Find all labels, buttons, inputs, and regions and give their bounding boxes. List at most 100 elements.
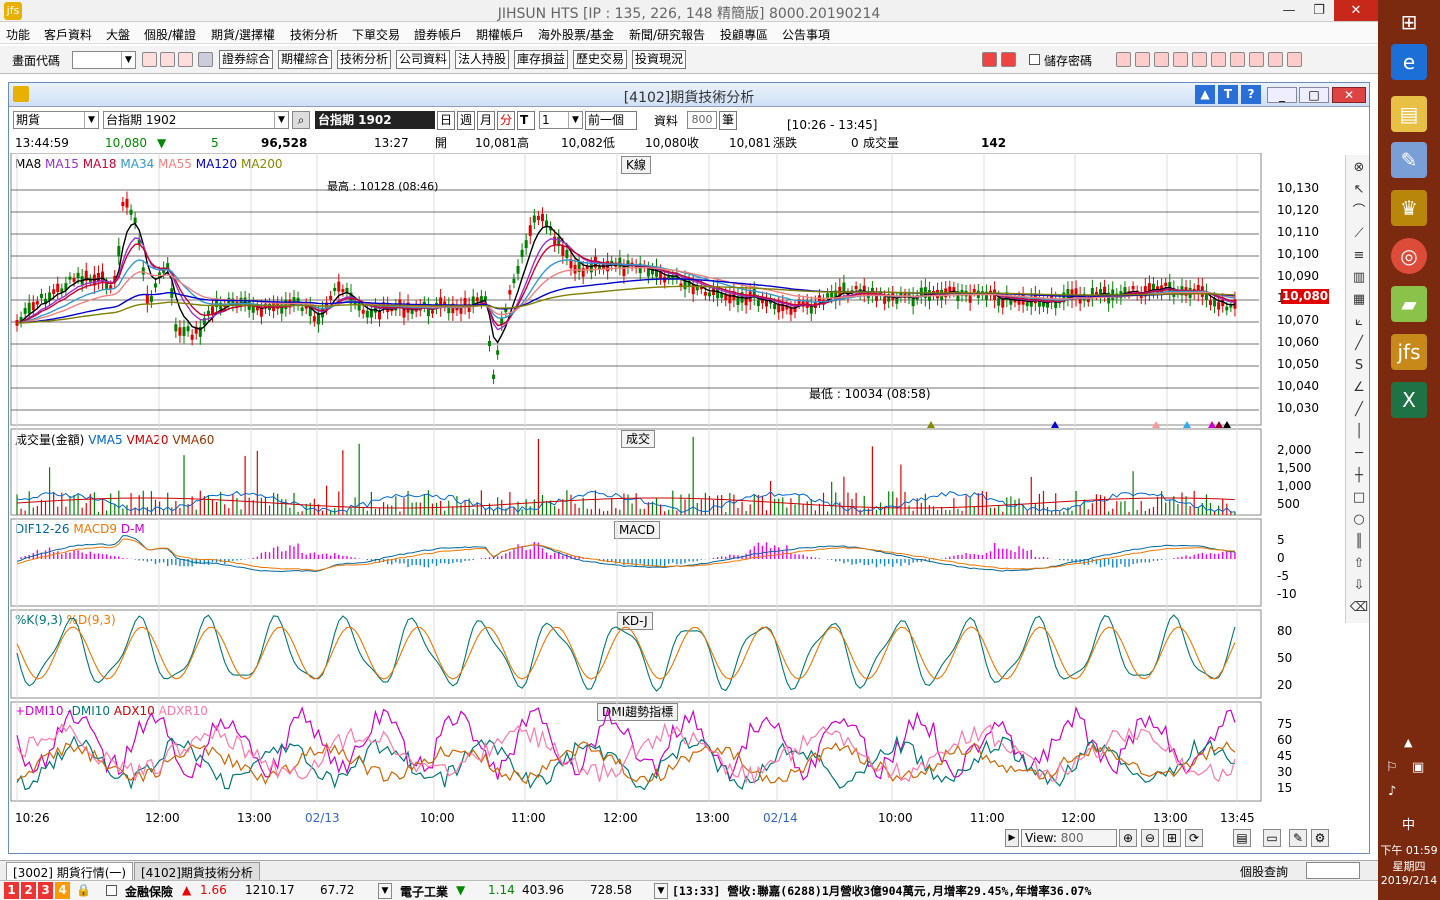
bars-icon[interactable]: ▥ <box>1349 269 1369 287</box>
period-minute[interactable]: 分 <box>497 111 515 130</box>
menu-item[interactable]: 下單交易 <box>352 26 400 43</box>
menu-item[interactable]: 功能 <box>6 26 30 43</box>
trendline-icon[interactable]: ⟋ <box>1349 225 1369 243</box>
arc-icon[interactable]: ⌒ <box>1349 203 1369 221</box>
horizontal-line-icon[interactable]: ─ <box>1349 445 1369 463</box>
tool-icon[interactable] <box>1173 52 1188 67</box>
inner-restore-button[interactable]: □ <box>1299 87 1329 103</box>
menu-item[interactable]: 投顧專區 <box>720 26 768 43</box>
menu-item[interactable]: 客戶資料 <box>44 26 92 43</box>
settings-icon[interactable]: ⚙ <box>1311 829 1329 847</box>
excel-icon[interactable]: X <box>1391 382 1427 418</box>
eraser-icon[interactable]: ⌫ <box>1349 599 1369 617</box>
minimize-button[interactable]: — <box>1274 0 1304 21</box>
sector2-dropdown[interactable]: ▼ <box>654 883 668 899</box>
arrow-up-icon[interactable]: ⇧ <box>1349 555 1369 573</box>
network-icon[interactable]: ▣ <box>1412 760 1424 775</box>
inner-minimize-button[interactable]: _ <box>1267 87 1297 103</box>
fan-icon[interactable]: ⟀ <box>1349 313 1369 331</box>
sticky-notes-icon[interactable]: ▰ <box>1391 286 1427 322</box>
prev-arrow-icon[interactable] <box>982 52 997 67</box>
tool-icon[interactable] <box>1116 52 1131 67</box>
period-tick[interactable]: T <box>517 111 535 130</box>
restore-button[interactable]: ❐ <box>1304 0 1334 21</box>
help-icon[interactable]: ? <box>1241 85 1261 104</box>
search-icon[interactable] <box>142 52 157 67</box>
tool-icon[interactable] <box>1154 52 1169 67</box>
tool-icon[interactable] <box>1249 52 1264 67</box>
page-4[interactable]: 4 <box>55 882 70 899</box>
stock-query-input[interactable] <box>1306 862 1360 879</box>
tray-chevron-icon[interactable]: ▲ <box>1404 736 1412 749</box>
symbol-select[interactable]: 台指期 1902 ▼ <box>103 111 289 129</box>
toolbar-button[interactable]: 法人持股 <box>455 50 510 69</box>
pointer-icon[interactable]: ↖ <box>1349 181 1369 199</box>
close-button[interactable]: ✕ <box>1334 0 1378 21</box>
menu-item[interactable]: 證券帳戶 <box>414 26 462 43</box>
menu-item[interactable]: 公告事項 <box>782 26 830 43</box>
chrome-icon[interactable]: ◎ <box>1391 238 1427 274</box>
tool-icon[interactable] <box>1135 52 1150 67</box>
market-select[interactable]: 期貨 ▼ <box>13 111 99 129</box>
tool-icon[interactable] <box>1192 52 1207 67</box>
volume-icon[interactable]: ♪ <box>1388 784 1396 799</box>
ticker-checkbox[interactable] <box>106 885 117 896</box>
grid-icon[interactable]: ▦ <box>1349 291 1369 309</box>
crown-icon[interactable]: ♛ <box>1391 190 1427 226</box>
screen-code-input[interactable]: ▼ <box>72 51 136 69</box>
toolbar-button[interactable]: 期權綜合 <box>278 50 333 69</box>
menu-item[interactable]: 個股/權證 <box>144 26 196 43</box>
crosshair-icon[interactable]: ┼ <box>1349 467 1369 485</box>
next-arrow-icon[interactable] <box>1001 52 1016 67</box>
line-icon[interactable]: ╱ <box>1349 335 1369 353</box>
scroll-right-button[interactable]: ▶ <box>1005 829 1019 847</box>
menu-item[interactable]: 新聞/研究報告 <box>629 26 705 43</box>
menu-item[interactable]: 期權帳戶 <box>476 26 524 43</box>
page-1[interactable]: 1 <box>4 882 19 899</box>
layout-icon[interactable]: ▤ <box>1233 829 1251 847</box>
menu-item[interactable]: 大盤 <box>106 26 130 43</box>
ray-icon[interactable]: ╱ <box>1349 401 1369 419</box>
search-icon[interactable]: ⌕ <box>292 111 310 129</box>
print-icon[interactable] <box>1268 52 1283 67</box>
ime-indicator[interactable]: 中 <box>1402 814 1415 833</box>
interval-select[interactable]: 1 ▼ <box>539 111 583 129</box>
angle-icon[interactable]: ∠ <box>1349 379 1369 397</box>
save-password-checkbox[interactable] <box>1029 54 1040 65</box>
arrow-down-icon[interactable]: ⇩ <box>1349 577 1369 595</box>
zoom-in-icon[interactable]: ⊕ <box>1119 829 1137 847</box>
period-day[interactable]: 日 <box>437 111 455 130</box>
file-explorer-icon[interactable]: ▤ <box>1391 96 1427 132</box>
ie-icon[interactable]: e <box>1391 44 1427 80</box>
menu-item[interactable]: 期貨/選擇權 <box>211 26 275 43</box>
menu-item[interactable]: 海外股票/基金 <box>538 26 614 43</box>
channel-icon[interactable]: ≡ <box>1349 247 1369 265</box>
toolbar-button[interactable]: 技術分析 <box>337 50 392 69</box>
paint-icon[interactable]: ✎ <box>1391 142 1427 178</box>
ellipse-icon[interactable]: ○ <box>1349 511 1369 529</box>
text-icon[interactable]: T <box>1218 85 1238 104</box>
cancel-icon[interactable]: ⊗ <box>1349 159 1369 177</box>
lock-icon[interactable] <box>178 52 193 67</box>
page-3[interactable]: 3 <box>38 882 53 899</box>
fit-icon[interactable]: ⊞ <box>1163 829 1181 847</box>
pencil-icon[interactable]: ✎ <box>1289 829 1307 847</box>
rectangle-icon[interactable]: □ <box>1349 489 1369 507</box>
period-month[interactable]: 月 <box>477 111 495 130</box>
chart-area[interactable]: 最高 : 10128 (08:46) 最低 : 10034 (08:58) <box>9 153 1264 803</box>
window-split-icon[interactable]: ▭ <box>1263 829 1281 847</box>
vertical-line-icon[interactable]: │ <box>1349 423 1369 441</box>
toolbar-button[interactable]: 公司資料 <box>396 50 451 69</box>
tool-icon[interactable] <box>1230 52 1245 67</box>
up-icon[interactable]: ▲ <box>1195 85 1215 104</box>
tool-icon[interactable] <box>1287 52 1302 67</box>
tray-app-icon[interactable]: ⚐ <box>1386 760 1398 775</box>
vbars-icon[interactable]: ║ <box>1349 533 1369 551</box>
sector1-dropdown[interactable]: ▼ <box>378 883 392 899</box>
prev-button[interactable]: 前一個 <box>585 111 637 130</box>
lock-icon[interactable]: 🔒 <box>76 883 91 897</box>
windows-start-icon[interactable]: ⊞ <box>1391 4 1427 40</box>
refresh-icon[interactable]: ⟳ <box>1185 829 1203 847</box>
toolbar-button[interactable]: 投資現況 <box>632 50 687 69</box>
window-icon[interactable] <box>160 52 175 67</box>
